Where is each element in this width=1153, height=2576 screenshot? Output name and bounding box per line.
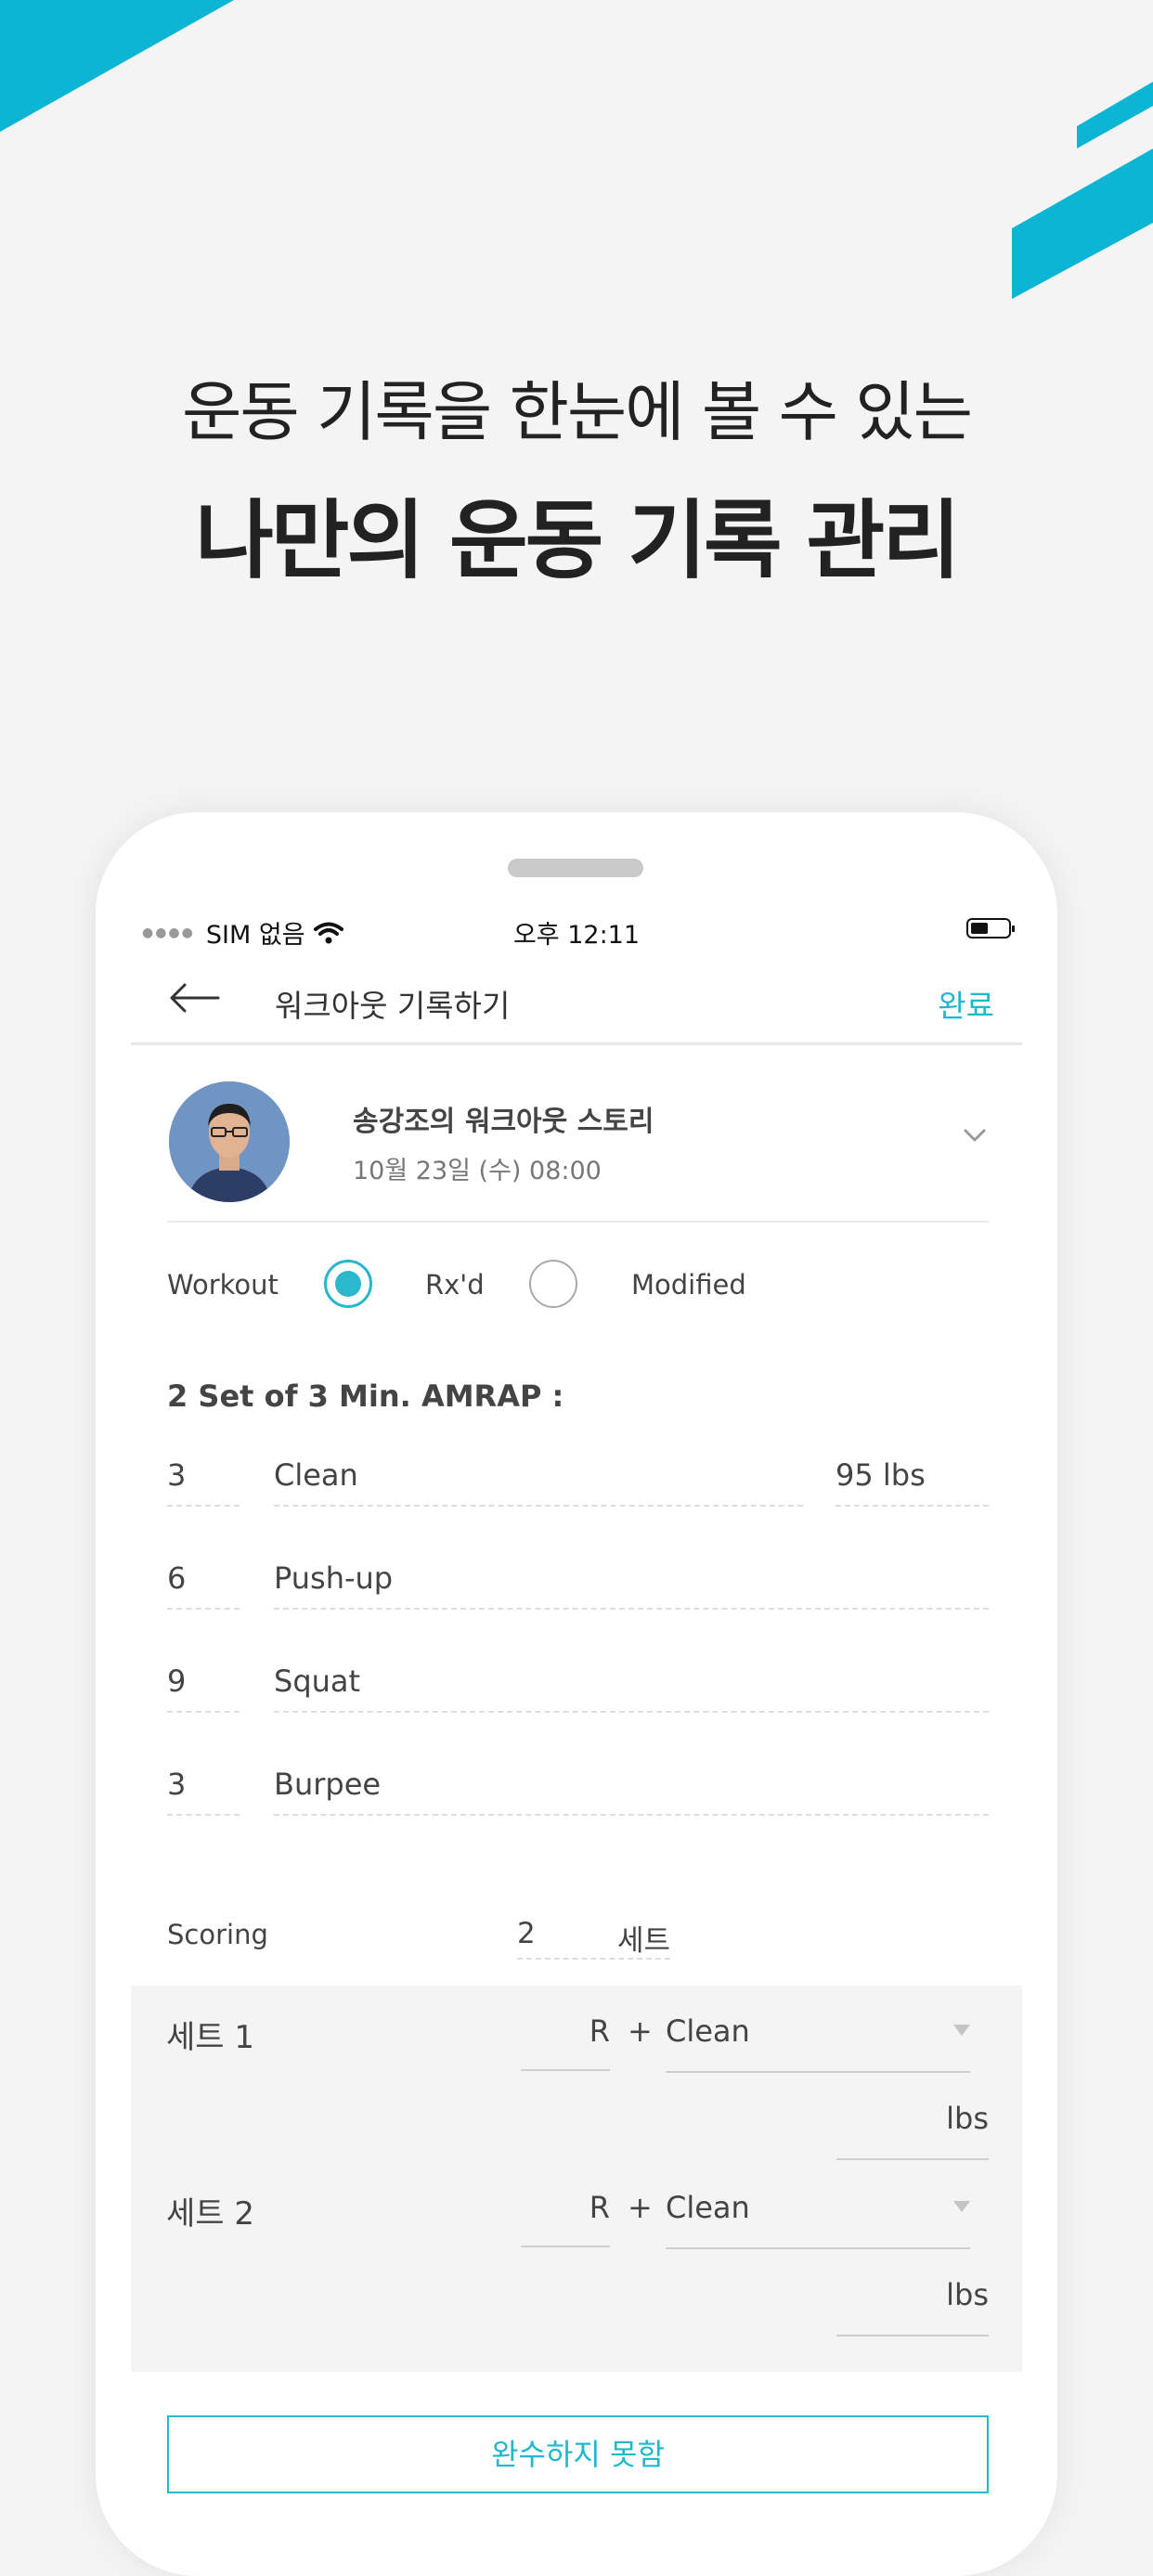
not-completed-button[interactable]: 완수하지 못함 [167,2415,989,2493]
phone-frame: ●●●● SIM 없음 오후 12:11 워크아웃 기록하기 완료 송강조의 워… [96,812,1057,2576]
plus-sign: + [628,2013,653,2049]
scoring-label: Scoring [167,1919,268,1950]
exercise-name-field[interactable]: Push-up [274,1556,989,1610]
movement-select-value: Clean [666,2190,750,2225]
avatar [169,1081,290,1202]
dropdown-caret-icon [953,2025,970,2036]
rounds-field[interactable]: R [521,1999,610,2071]
scoring-row: Scoring 2 세트 [167,1908,989,1963]
reps-field[interactable]: 3 [167,1762,240,1816]
weight-field[interactable]: 95 lbs [836,1453,989,1507]
promo-title: 나만의 운동 기록 관리 [195,491,961,590]
nav-bar: 워크아웃 기록하기 완료 [131,970,1022,1045]
rxd-radio-label[interactable]: Rx'd [425,1269,485,1301]
exercise-row: 9 Squat [167,1659,989,1715]
rxd-radio[interactable] [324,1260,372,1308]
exercise-name-field[interactable]: Burpee [274,1762,989,1816]
set-label: 세트 1 [166,2019,254,2056]
dropdown-caret-icon [953,2201,970,2212]
modified-radio[interactable] [529,1260,577,1308]
scoring-field[interactable]: 2 세트 [517,1908,670,1960]
status-bar: ●●●● SIM 없음 오후 12:11 [96,914,1057,951]
movement-select-value: Clean [666,2013,750,2049]
weight-field[interactable]: lbs [836,2086,989,2160]
phone-speaker [508,859,643,877]
accent-stripe-top-right [1012,82,1153,299]
chevron-down-icon[interactable] [961,1126,989,1145]
exercise-name-field[interactable]: Squat [274,1659,989,1713]
arrow-left-icon[interactable] [166,979,222,1016]
scoring-value: 2 [517,1917,536,1950]
promo-subtitle: 운동 기록을 한눈에 볼 수 있는 [181,374,973,450]
scoring-unit: 세트 [616,1924,670,1958]
battery-icon [966,918,1015,938]
exercise-name-field[interactable]: Clean [274,1453,803,1507]
workout-type-selector: Workout Rx'd Modified [167,1258,989,1314]
workout-story-header[interactable]: 송강조의 워크아웃 스토리 10월 23일 (수) 08:00 [167,1081,989,1223]
page-title: 워크아웃 기록하기 [275,988,511,1024]
story-date: 10월 23일 (수) 08:00 [353,1157,602,1185]
plus-sign: + [628,2190,653,2225]
weight-unit: lbs [882,1457,926,1493]
rounds-field[interactable]: R [521,2175,610,2247]
accent-stripe-top-left [0,0,234,132]
weight-value: 95 [836,1457,874,1493]
done-button[interactable]: 완료 [938,981,994,1026]
workout-type-label: Workout [167,1269,279,1301]
wod-title: 2 Set of 3 Min. AMRAP : [167,1379,564,1414]
reps-field[interactable]: 3 [167,1453,240,1507]
set-row: 세트 1 R + Clean lbs [131,1986,1022,2162]
set-results-panel: 세트 1 R + Clean lbs 세트 2 R + Clean lbs [131,1986,1022,2372]
movement-select[interactable]: Clean [666,1999,970,2073]
story-title: 송강조의 워크아웃 스토리 [353,1106,654,1138]
exercise-row: 6 Push-up [167,1556,989,1612]
reps-field[interactable]: 9 [167,1659,240,1713]
reps-field[interactable]: 6 [167,1556,240,1610]
exercise-row: 3 Burpee [167,1762,989,1818]
set-label: 세트 2 [166,2195,254,2233]
set-row: 세트 2 R + Clean lbs [131,2162,1022,2338]
modified-radio-label[interactable]: Modified [631,1269,746,1301]
exercise-row: 3 Clean 95 lbs [167,1453,989,1508]
weight-field[interactable]: lbs [836,2262,989,2337]
movement-select[interactable]: Clean [666,2175,970,2249]
status-time: 오후 12:11 [512,921,641,950]
